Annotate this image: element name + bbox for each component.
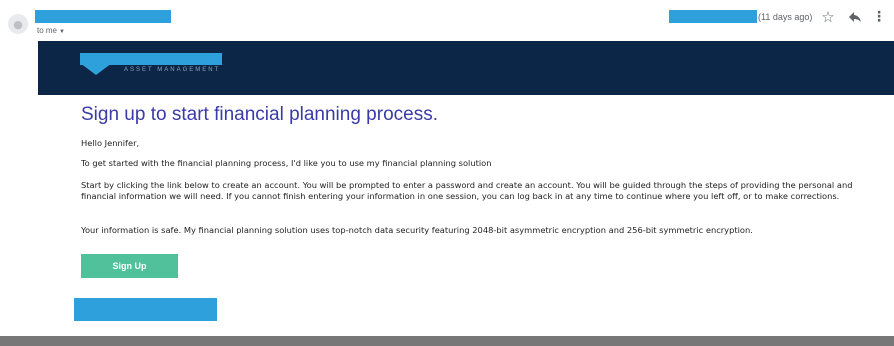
more-vert-icon[interactable]: ⋮ bbox=[872, 7, 886, 27]
sender-name-redaction bbox=[35, 10, 171, 23]
email-banner: ASSET MANAGEMENT bbox=[38, 41, 894, 95]
footer-bar bbox=[0, 336, 894, 346]
logo-text: ASSET MANAGEMENT bbox=[124, 67, 221, 73]
person-icon: ● bbox=[13, 17, 23, 31]
sign-up-button[interactable]: Sign Up bbox=[81, 254, 178, 278]
date-redaction bbox=[669, 10, 757, 23]
email-headline: Sign up to start financial planning proc… bbox=[81, 104, 438, 125]
signature-redaction bbox=[74, 298, 217, 321]
relative-date: (11 days ago) bbox=[758, 12, 813, 22]
security-text: Your information is safe. My financial p… bbox=[81, 225, 753, 235]
star-icon[interactable]: ☆ bbox=[820, 7, 836, 27]
instructions-text: Start by clicking the link below to crea… bbox=[81, 180, 853, 201]
intro-text: To get started with the financial planni… bbox=[81, 158, 492, 168]
greeting-text: Hello Jennifer, bbox=[81, 138, 140, 148]
recipient-label: to me bbox=[37, 26, 58, 35]
reply-icon[interactable] bbox=[846, 7, 864, 27]
avatar[interactable]: ● bbox=[8, 14, 28, 34]
logo-mark bbox=[80, 63, 112, 75]
recipient-toggle[interactable]: to me ▼ bbox=[37, 26, 65, 35]
caret-down-icon: ▼ bbox=[59, 29, 65, 35]
